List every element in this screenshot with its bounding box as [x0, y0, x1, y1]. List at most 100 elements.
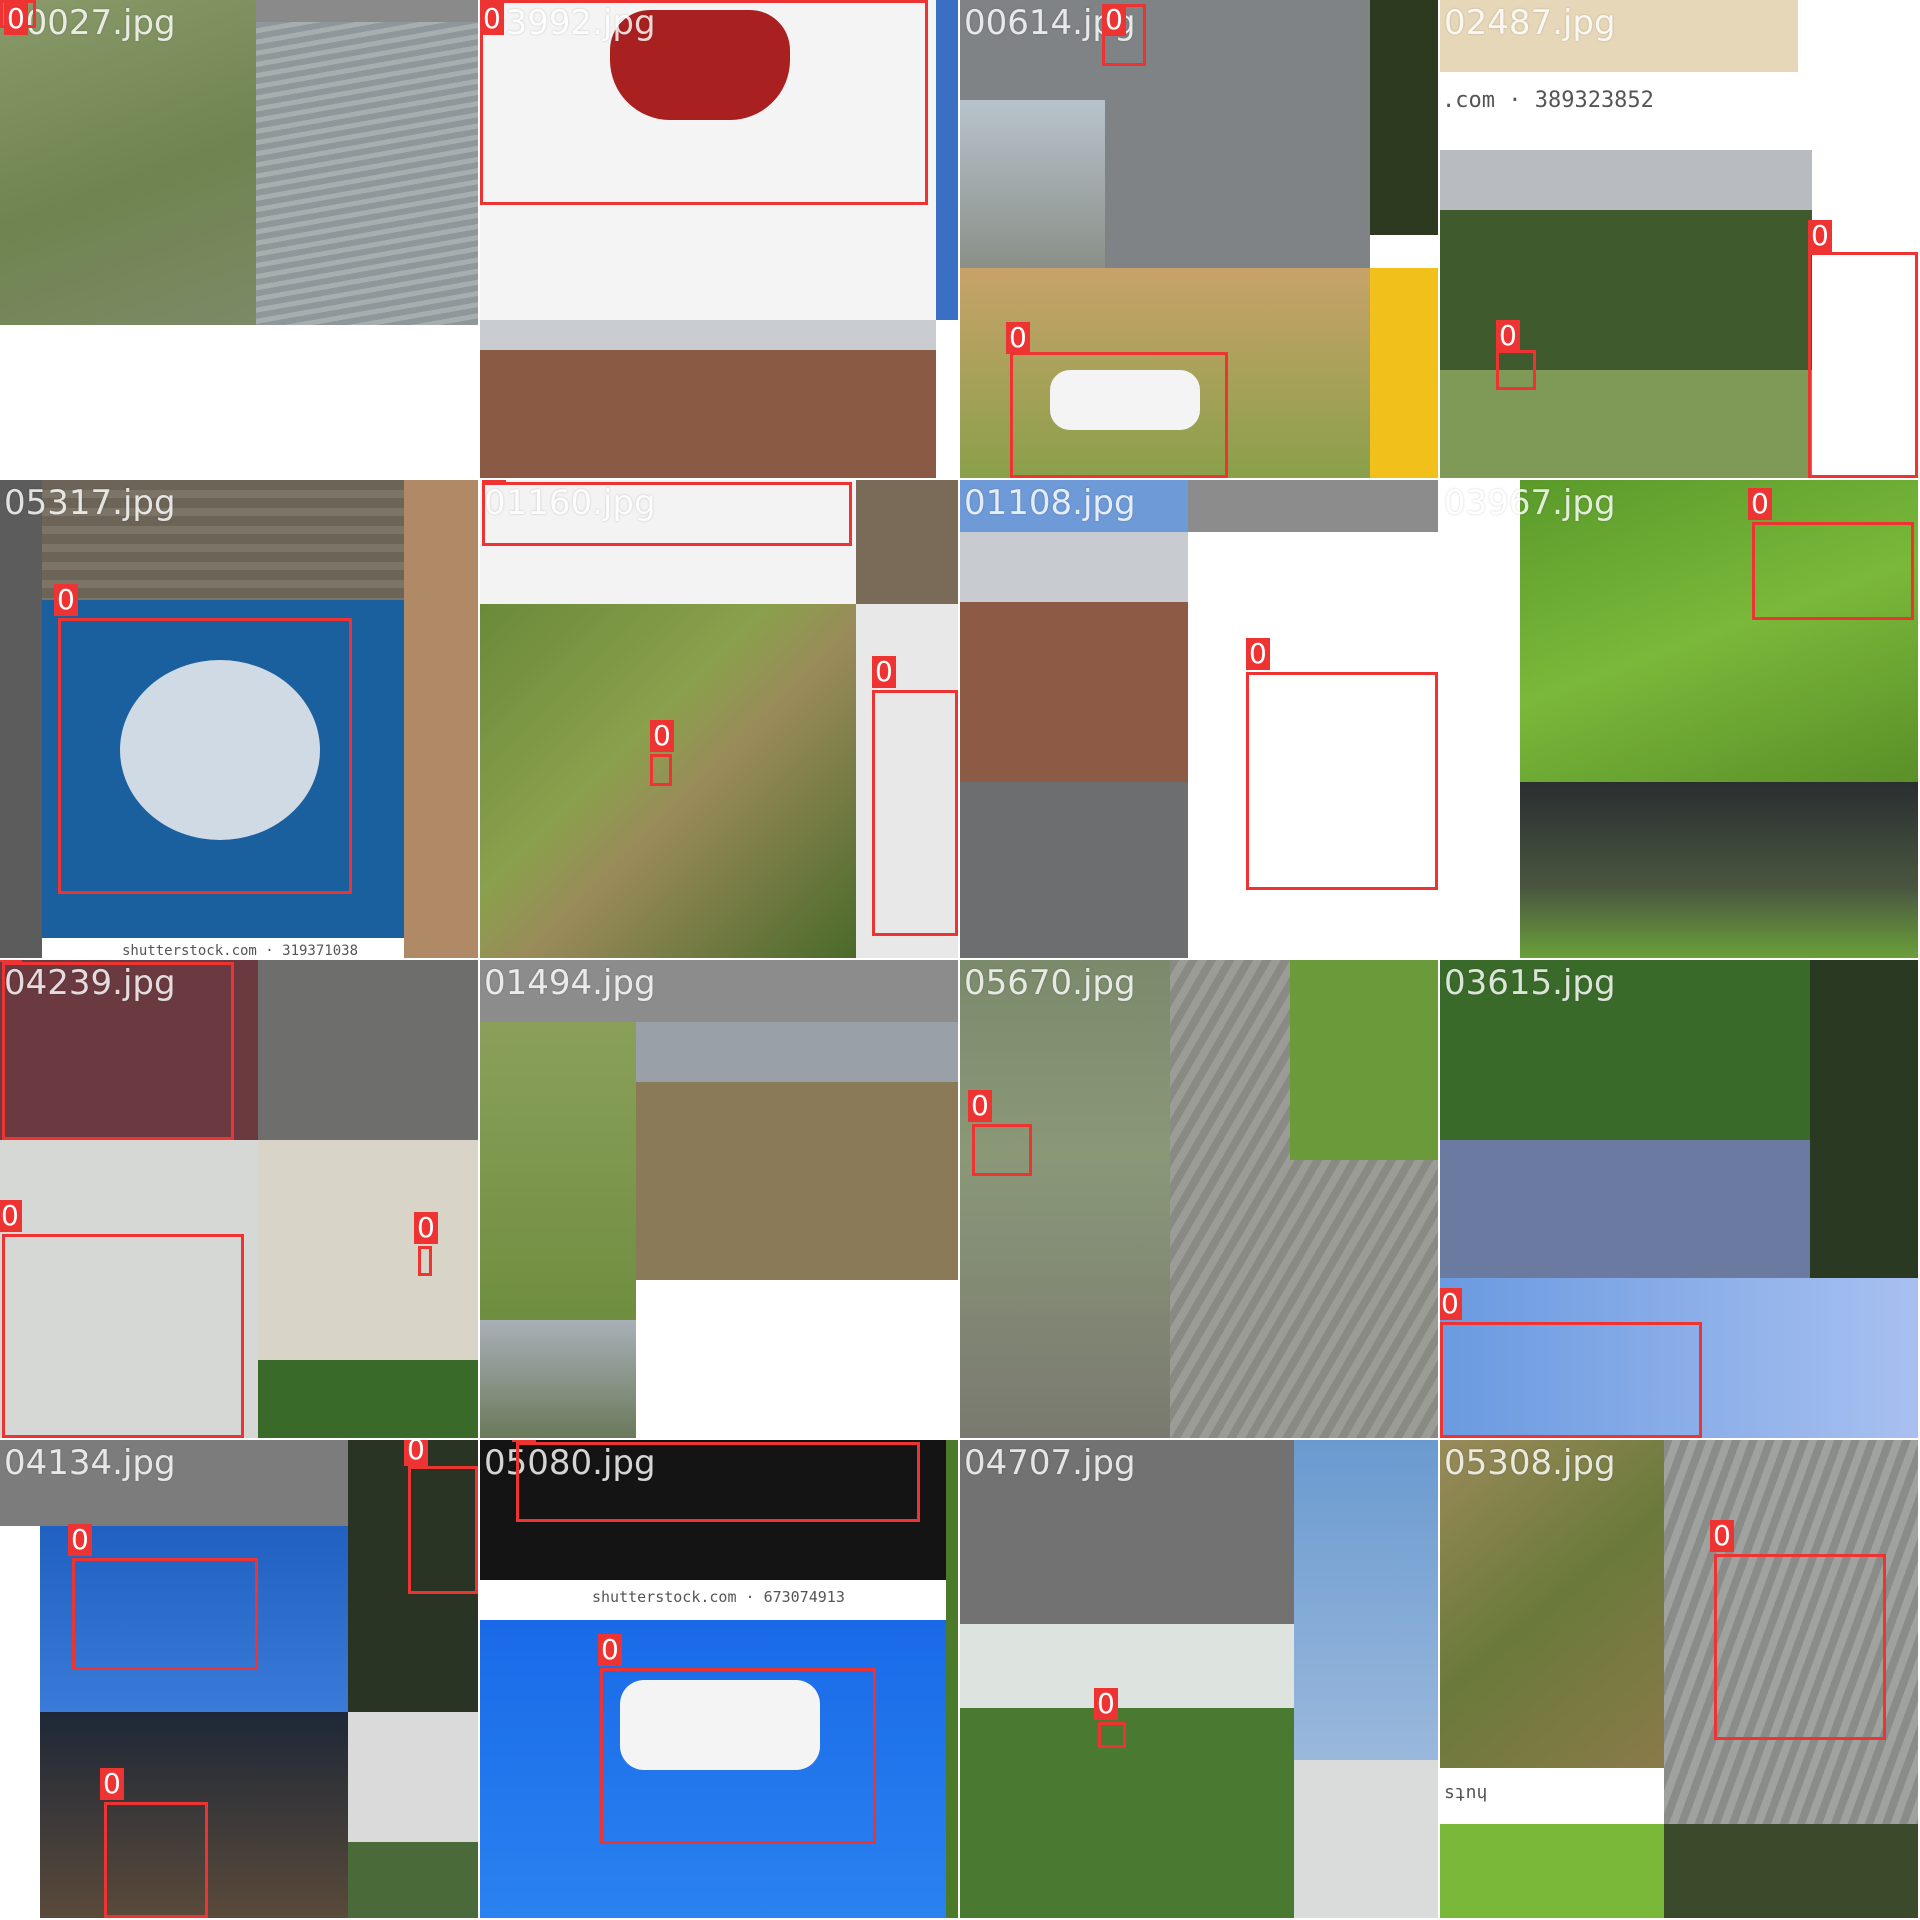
mosaic-tile: shutterstock.com · 319371038 05317.jpg 0: [0, 480, 478, 958]
tile-filename: 01494.jpg: [484, 963, 656, 1003]
detection-box: [1808, 252, 1918, 478]
class-label-tag: 0: [1496, 320, 1520, 352]
class-label-tag: 0: [598, 1634, 622, 1666]
tree-region: [1370, 0, 1438, 235]
detection-box: [72, 1558, 258, 1670]
watermark-text: sʇnɥ: [1444, 1782, 1488, 1803]
class-label-tag: 0: [482, 480, 506, 484]
dark-forest-region: [1810, 960, 1918, 1278]
detection-box: [480, 0, 928, 205]
tile-filename: 05317.jpg: [4, 483, 176, 523]
yard-region: [1520, 782, 1918, 958]
class-label-tag: 0: [1246, 638, 1270, 670]
detection-box: [1752, 522, 1914, 620]
tile-filename: 05308.jpg: [1444, 1443, 1616, 1483]
detection-box: [1440, 1322, 1702, 1438]
detection-box: [516, 1442, 920, 1522]
yard-region: [1440, 1824, 1918, 1918]
mosaic-tile: 04134.jpg 0 0 0: [0, 1440, 478, 1918]
brick-region: [404, 480, 478, 958]
mosaic-tile: 01494.jpg: [480, 960, 958, 1438]
class-label-tag: 0: [0, 960, 22, 962]
class-label-tag: 0: [480, 3, 504, 35]
island-region: [480, 1320, 636, 1438]
class-label-tag: 0: [100, 1768, 124, 1800]
blurred-grass-region: [1440, 1440, 1664, 1768]
blue-edge-strip: [936, 0, 958, 320]
field-region: [960, 1624, 1294, 1918]
tile-filename: 03615.jpg: [1444, 963, 1616, 1003]
class-label-tag: 0: [1748, 488, 1772, 520]
mosaic-tile: .com · 389323852 02487.jpg 0 0: [1440, 0, 1918, 478]
mosaic-tile: 01108.jpg 0: [960, 480, 1438, 958]
sky-strip: [256, 0, 478, 22]
building-region: [258, 1140, 478, 1438]
detection-box: [408, 1466, 478, 1594]
mosaic-tile: 03992.jpg 0: [480, 0, 958, 478]
watermark-text: shutterstock.com · 319371038: [122, 943, 359, 958]
detection-box: [2, 962, 234, 1140]
detection-box: [58, 618, 352, 894]
class-label-tag: 0: [1006, 322, 1030, 354]
mudflat-region: [636, 1082, 958, 1280]
sky-region: [960, 100, 1105, 268]
shore-region: [636, 1022, 958, 1082]
class-label-tag: 0: [872, 656, 896, 688]
detection-box: [2, 1234, 244, 1438]
water-region: [256, 0, 478, 325]
dark-edge: [0, 480, 42, 958]
watermark-text: .com · 389323852: [1442, 88, 1654, 113]
park-region: [960, 960, 1170, 1438]
class-label-tag: 0: [414, 1212, 438, 1244]
class-label-tag: 0: [968, 1090, 992, 1122]
class-label-tag: 0: [68, 1524, 92, 1556]
mosaic-tile: 01160.jpg 0 0 0: [480, 480, 958, 958]
sky-blue-region: [1294, 1440, 1438, 1760]
white-region: [1440, 480, 1520, 958]
mosaic-tile: 03967.jpg 0: [1440, 480, 1918, 958]
grey-strip: [1188, 480, 1438, 532]
grass-region: [0, 0, 256, 325]
class-label-tag: 0: [4, 3, 28, 35]
detection-box: [650, 754, 672, 786]
detection-box: [1246, 672, 1438, 890]
mosaic-tile: 04239.jpg 0 0 0: [0, 960, 478, 1438]
mosaic-tile: 03615.jpg 0: [1440, 960, 1918, 1438]
detection-box: [418, 1246, 432, 1276]
hillside-region: [1440, 150, 1812, 478]
detection-box: [600, 1668, 876, 1844]
watermark-text: shutterstock.com · 673074913: [592, 1588, 845, 1606]
tile-filename: 05670.jpg: [964, 963, 1136, 1003]
tile-filename: 03967.jpg: [1444, 483, 1616, 523]
building-region: [960, 532, 1188, 958]
building-region: [480, 320, 936, 478]
asphalt-region: [258, 960, 478, 1140]
class-label-tag: 0: [1102, 4, 1126, 36]
tile-filename: 04134.jpg: [4, 1443, 176, 1483]
detection-box: [872, 690, 958, 936]
mosaic-tile: 00027.jpg 0: [0, 0, 478, 478]
class-label-tag: 0: [404, 1440, 428, 1466]
tile-filename: 04707.jpg: [964, 1443, 1136, 1483]
tile-filename: 01108.jpg: [964, 483, 1136, 523]
mosaic-tile: 00614.jpg 0 0: [960, 0, 1438, 478]
detection-box: [482, 482, 852, 546]
yellow-region: [1370, 268, 1438, 478]
detection-box: [1714, 1554, 1886, 1740]
mosaic-tile: sʇnɥ 05308.jpg 0: [1440, 1440, 1918, 1918]
class-label-tag: 0: [1808, 220, 1832, 252]
class-label-tag: 0: [54, 584, 78, 616]
detection-box: [1098, 1722, 1126, 1748]
detection-box: [104, 1802, 208, 1918]
lake-region: [1440, 960, 1810, 1278]
class-label-tag: 0: [1710, 1520, 1734, 1552]
detection-mosaic-grid: 00027.jpg 0 03992.jpg 0 00614.jpg 0 0 .c…: [0, 0, 1920, 1920]
tile-filename: 02487.jpg: [1444, 3, 1616, 43]
mosaic-tile: 05670.jpg 0: [960, 960, 1438, 1438]
class-label-tag: 0: [1440, 1288, 1462, 1320]
gravel-region: [856, 480, 958, 604]
white-region: [636, 1280, 958, 1438]
class-label-tag: 0: [650, 720, 674, 752]
class-label-tag: 0: [512, 1440, 536, 1442]
mosaic-tile: shutterstock.com · 673074913 05080.jpg 0…: [480, 1440, 958, 1918]
